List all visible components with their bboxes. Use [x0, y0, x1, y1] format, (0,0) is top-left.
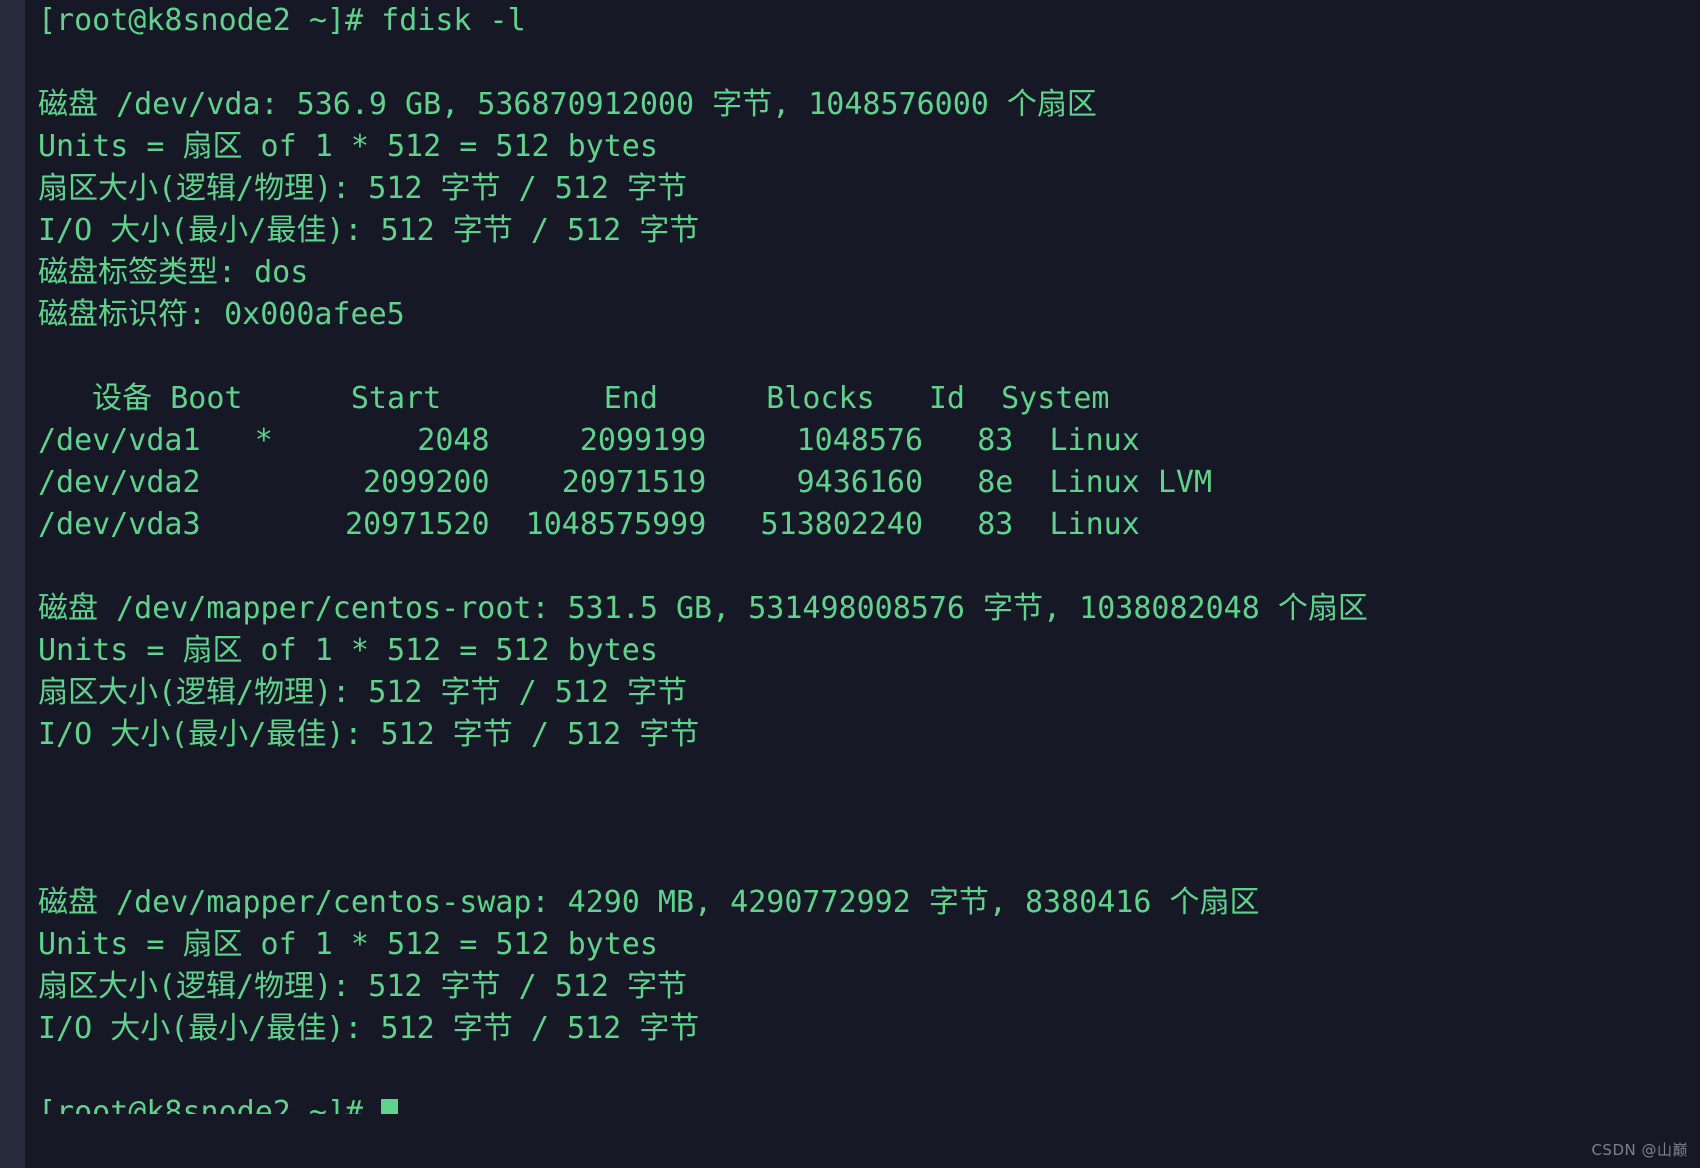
terminal-line-sector-size-centos-root: 扇区大小(逻辑/物理): 512 字节 / 512 字节 — [38, 675, 687, 710]
terminal-line-disk-vda: 磁盘 /dev/vda: 536.9 GB, 536870912000 字节, … — [38, 87, 1097, 122]
partition-table-row: /dev/vda2 2099200 20971519 9436160 8e Li… — [38, 465, 1212, 500]
terminal-left-gutter — [0, 0, 25, 1168]
terminal-line-io-size-centos-swap: I/O 大小(最小/最佳): 512 字节 / 512 字节 — [38, 1011, 700, 1046]
terminal-line-io-size-vda: I/O 大小(最小/最佳): 512 字节 / 512 字节 — [38, 213, 700, 248]
terminal-line-disk-centos-swap: 磁盘 /dev/mapper/centos-swap: 4290 MB, 429… — [38, 885, 1260, 920]
partition-table-row: /dev/vda1 * 2048 2099199 1048576 83 Linu… — [38, 423, 1140, 458]
terminal-line-sector-size-vda: 扇区大小(逻辑/物理): 512 字节 / 512 字节 — [38, 171, 687, 206]
shell-prompt: [root@k8snode2 ~]# — [38, 1095, 382, 1114]
terminal-line-prompt-command: [root@k8snode2 ~]# fdisk -l — [38, 3, 526, 38]
watermark-label: CSDN @山巅 — [1591, 1141, 1688, 1159]
terminal-line-disk-identifier: 磁盘标识符: 0x000afee5 — [38, 297, 405, 332]
partition-table-row: /dev/vda3 20971520 1048575999 513802240 … — [38, 507, 1140, 542]
terminal-line-units-centos-swap: Units = 扇区 of 1 * 512 = 512 bytes — [38, 927, 658, 962]
terminal-window[interactable]: [root@k8snode2 ~]# fdisk -l 磁盘 /dev/vda:… — [0, 0, 1700, 1168]
terminal-line-final-prompt[interactable]: [root@k8snode2 ~]# — [38, 1092, 1700, 1114]
terminal-line-units-centos-root: Units = 扇区 of 1 * 512 = 512 bytes — [38, 633, 658, 668]
cursor-block — [381, 1099, 399, 1114]
terminal-line-disk-centos-root: 磁盘 /dev/mapper/centos-root: 531.5 GB, 53… — [38, 591, 1368, 626]
terminal-line-disk-label-type: 磁盘标签类型: dos — [38, 255, 309, 290]
partition-table-header: 设备 Boot Start End Blocks Id System — [38, 381, 1110, 416]
terminal-output-area[interactable]: [root@k8snode2 ~]# fdisk -l 磁盘 /dev/vda:… — [25, 0, 1700, 1168]
terminal-line-sector-size-centos-swap: 扇区大小(逻辑/物理): 512 字节 / 512 字节 — [38, 969, 687, 1004]
terminal-line-io-size-centos-root: I/O 大小(最小/最佳): 512 字节 / 512 字节 — [38, 717, 700, 752]
terminal-line-units-vda: Units = 扇区 of 1 * 512 = 512 bytes — [38, 129, 658, 164]
